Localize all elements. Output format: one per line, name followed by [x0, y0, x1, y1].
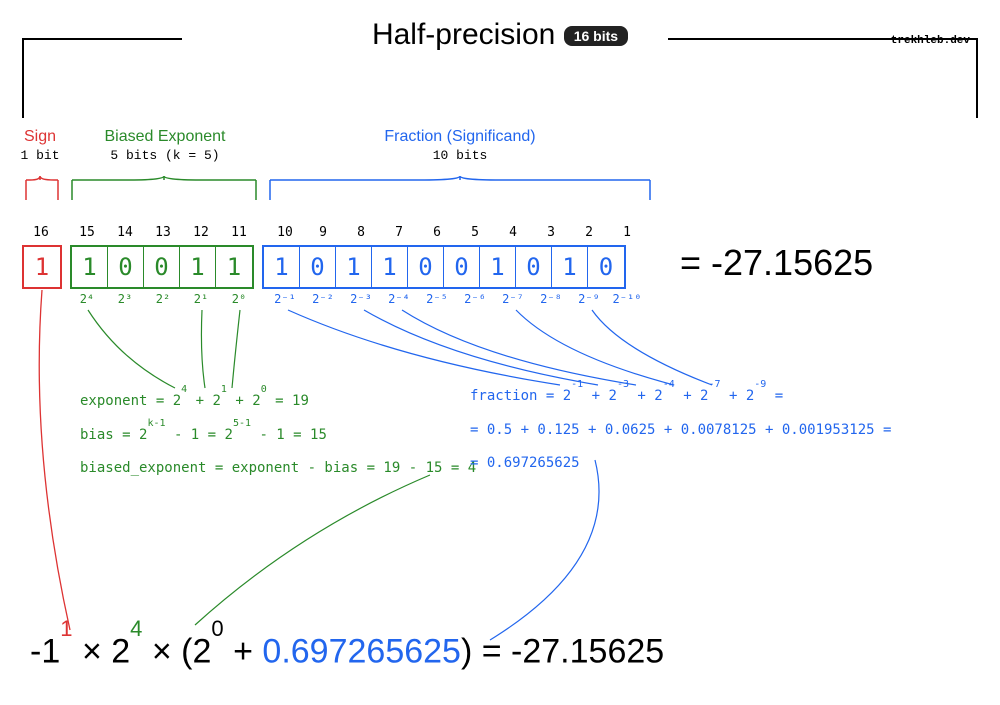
bit-index: 15 — [68, 225, 106, 240]
fraction-calc: fraction = 2-1 + 2-3 + 2-4 + 2-7 + 2-9 =… — [470, 380, 891, 481]
neg1: -1 — [30, 632, 60, 670]
bit-index: 16 — [22, 225, 60, 240]
fraction-label: Fraction (Significand) — [265, 128, 655, 146]
exponent-sub: 5 bits (k = 5) — [70, 148, 260, 163]
sup-zero: 0 — [211, 616, 223, 641]
bit-index: 10 — [266, 225, 304, 240]
bit-index: 3 — [532, 225, 570, 240]
bit-index: 12 — [182, 225, 220, 240]
bit: 0 — [144, 247, 180, 287]
bit-index: 9 — [304, 225, 342, 240]
calc-line: bias = 2k-1 - 1 = 25-1 - 1 = 15 — [80, 419, 476, 453]
power: 2¹ — [182, 292, 220, 306]
power: 2⁻⁵ — [418, 292, 456, 306]
bit-index: 14 — [106, 225, 144, 240]
bit: 0 — [300, 247, 336, 287]
power: 2⁻⁶ — [456, 292, 494, 306]
bit: 0 — [516, 247, 552, 287]
bit: 1 — [264, 247, 300, 287]
bit: 1 — [72, 247, 108, 287]
power: 2⁻⁴ — [380, 292, 418, 306]
power: 2⁴ — [68, 292, 106, 306]
calc-line: = 0.697265625 — [470, 447, 891, 481]
title-bracket-right — [668, 38, 978, 118]
sign-label: Sign — [18, 128, 62, 146]
bit: 1 — [24, 247, 60, 287]
bit: 0 — [108, 247, 144, 287]
calc-line: = 0.5 + 0.125 + 0.0625 + 0.0078125 + 0.0… — [470, 414, 891, 448]
page-title: Half-precision — [372, 18, 555, 51]
power: 2⁻¹⁰ — [608, 292, 646, 306]
bit: 1 — [552, 247, 588, 287]
power: 2⁻² — [304, 292, 342, 306]
powers-row: 2⁴ 2³ 2² 2¹ 2⁰ 2⁻¹ 2⁻² 2⁻³ 2⁻⁴ 2⁻⁵ 2⁻⁶ 2… — [22, 292, 646, 306]
power: 2⁻³ — [342, 292, 380, 306]
exponent-label: Biased Exponent — [70, 128, 260, 146]
times: × 2 — [82, 632, 130, 670]
final-formula: -11 × 24 × (20 + 0.697265625) = -27.1562… — [30, 630, 664, 671]
result-value: = -27.15625 — [680, 242, 873, 284]
sign-sub: 1 bit — [18, 148, 62, 163]
bit: 1 — [336, 247, 372, 287]
power: 2² — [144, 292, 182, 306]
bit: 0 — [444, 247, 480, 287]
bit: 1 — [180, 247, 216, 287]
fraction-bits: 1 0 1 1 0 0 1 0 1 0 — [262, 245, 626, 289]
power: 2³ — [106, 292, 144, 306]
bit: 1 — [480, 247, 516, 287]
bit-index: 1 — [608, 225, 646, 240]
bit-index: 6 — [418, 225, 456, 240]
sign-bits: 1 — [22, 245, 62, 289]
bit: 0 — [408, 247, 444, 287]
bit-index: 2 — [570, 225, 608, 240]
power: 2⁻⁹ — [570, 292, 608, 306]
fraction-value: 0.697265625 — [262, 632, 461, 670]
calc-line: fraction = 2-1 + 2-3 + 2-4 + 2-7 + 2-9 = — [470, 380, 891, 414]
times: × (2 — [152, 632, 212, 670]
fraction-sub: 10 bits — [265, 148, 655, 163]
exponent-calc: exponent = 24 + 21 + 20 = 19 bias = 2k-1… — [80, 385, 476, 486]
power: 2⁻⁸ — [532, 292, 570, 306]
bit-indices-row: 16 15 14 13 12 11 10 9 8 7 6 5 4 3 2 1 — [22, 225, 646, 240]
sup-sign: 1 — [60, 616, 72, 641]
sup-exp: 4 — [130, 616, 142, 641]
power: 2⁰ — [220, 292, 258, 306]
bit: 1 — [372, 247, 408, 287]
title-bracket-left — [22, 38, 182, 118]
bit-index: 5 — [456, 225, 494, 240]
bit: 1 — [216, 247, 252, 287]
bit-index: 11 — [220, 225, 258, 240]
calc-line: biased_exponent = exponent - bias = 19 -… — [80, 452, 476, 486]
power: 2⁻¹ — [266, 292, 304, 306]
exponent-bits: 1 0 0 1 1 — [70, 245, 254, 289]
plus: + — [233, 632, 262, 670]
bit-index: 13 — [144, 225, 182, 240]
close: ) = -27.15625 — [461, 632, 664, 670]
power: 2⁻⁷ — [494, 292, 532, 306]
bit: 0 — [588, 247, 624, 287]
bits-badge: 16 bits — [564, 26, 628, 46]
bit-index: 4 — [494, 225, 532, 240]
bit-index: 8 — [342, 225, 380, 240]
calc-line: exponent = 24 + 21 + 20 = 19 — [80, 385, 476, 419]
bits-row: 1 1 0 0 1 1 1 0 1 1 0 0 1 0 1 0 — [22, 245, 626, 289]
bit-index: 7 — [380, 225, 418, 240]
